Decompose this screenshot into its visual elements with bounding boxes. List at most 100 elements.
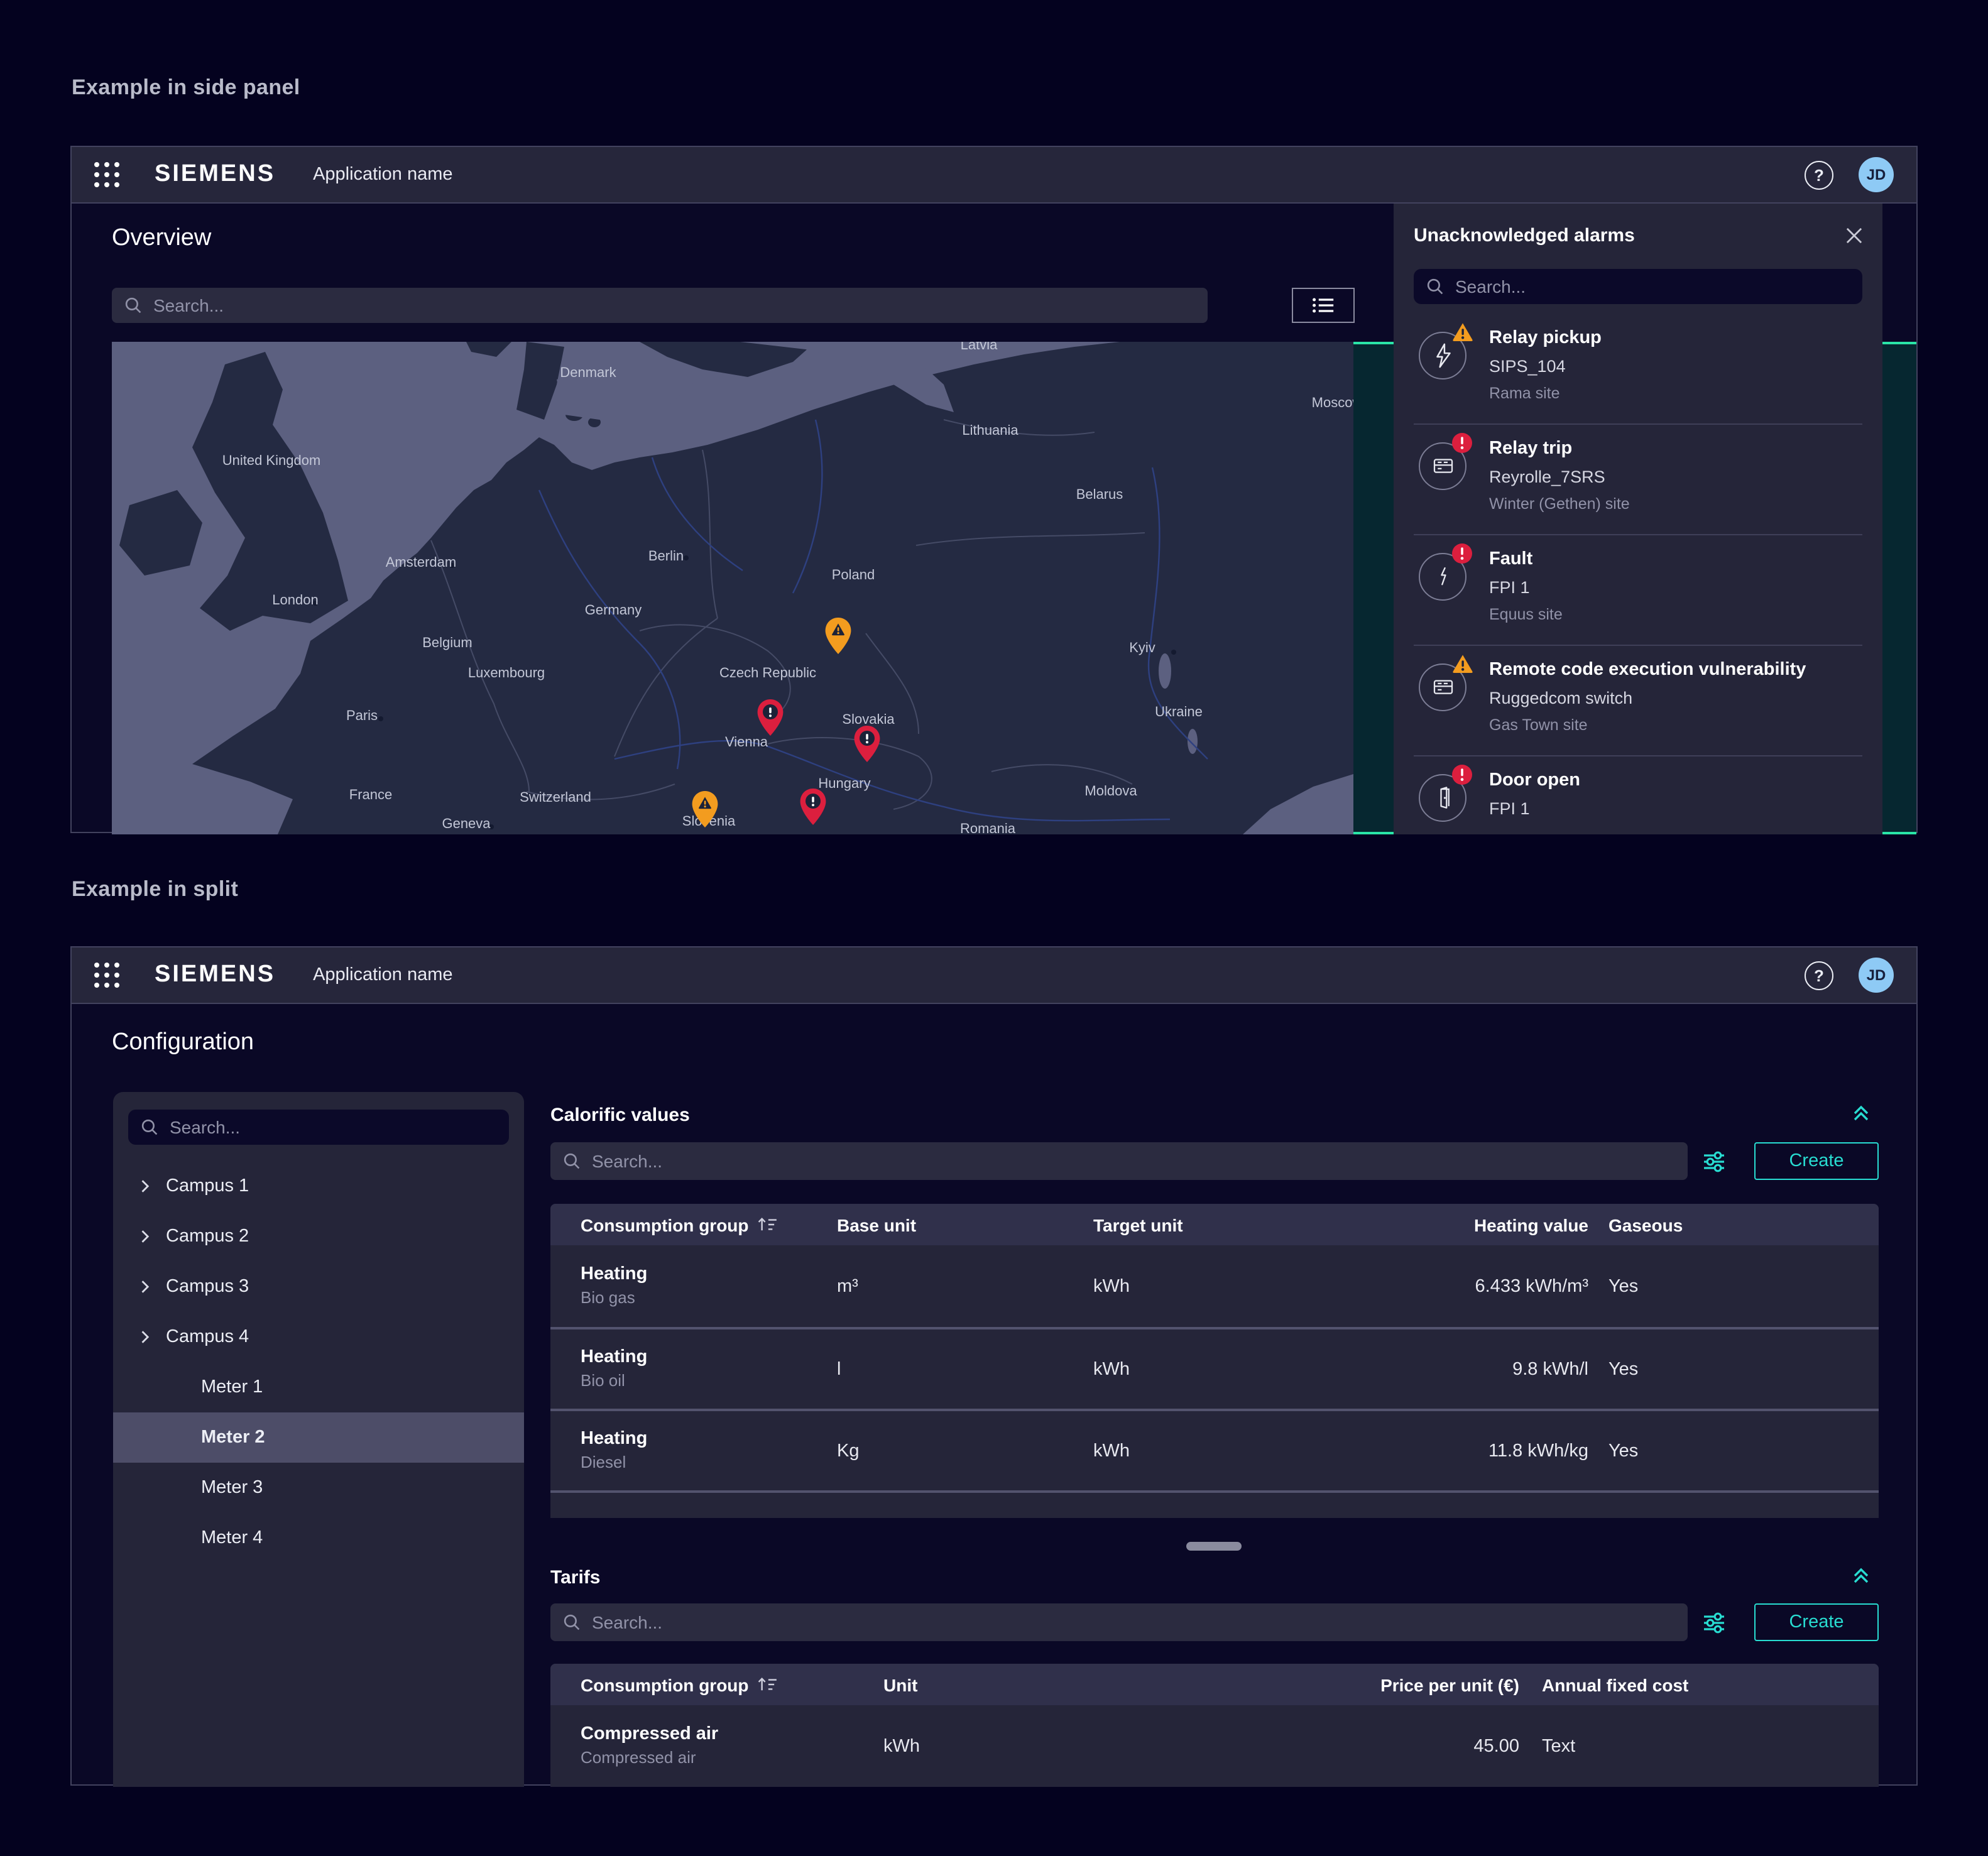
warning-badge [1451,322,1474,349]
sidebar-item-campus-2[interactable]: Campus 2 [113,1211,524,1262]
map-critical-pin[interactable] [756,699,784,736]
alarm-list-item[interactable]: Remote code execution vulnerability Rugge… [1414,646,1862,756]
critical-badge-icon [1451,432,1473,454]
sidebar-item-meter-1[interactable]: Meter 1 [113,1362,524,1412]
map-warning-pin[interactable] [691,790,719,828]
chevron-right-icon[interactable] [136,1278,153,1296]
help-icon[interactable]: ? [1805,160,1833,189]
collapse-tarifs-icon[interactable] [1851,1564,1871,1586]
alarm-device: FPI 1 [1489,800,1862,819]
calorific-table-row[interactable]: HeatingBio gasm³kWh6.433 kWh/m³Yes [550,1245,1879,1327]
column-header[interactable]: Unit [883,1674,1198,1695]
europe-map[interactable]: LatviaDenmarkMoscowLithuaniaUnited Kingd… [112,342,1353,834]
app-launcher-icon[interactable] [94,162,119,187]
configuration-content: Configuration Search... Campus 1Campus 2… [72,1004,1916,1787]
tree-item-label: Meter 4 [201,1528,263,1548]
sidebar-item-meter-4[interactable]: Meter 4 [113,1513,524,1563]
create-calorific-button[interactable]: Create [1754,1142,1879,1180]
calorific-section-title: Calorific values [550,1105,690,1126]
critical-badge [1451,432,1473,460]
filter-icon[interactable] [1703,1610,1725,1634]
warning-badge-icon [1451,653,1474,675]
column-header[interactable]: Gaseous [1588,1215,1849,1235]
column-header[interactable]: Annual fixed cost [1519,1674,1849,1695]
help-icon[interactable]: ? [1805,961,1833,990]
search-icon [124,297,142,314]
calorific-table-row[interactable]: HeatingDieselKgkWh11.8 kWh/kgYes [550,1409,1879,1490]
alarm-site: Equus site [1489,607,1862,625]
column-header[interactable]: Price per unit (€) [1198,1674,1519,1695]
sort-ascending-icon[interactable] [756,1676,778,1693]
critical-badge [1451,543,1473,570]
sidebar-item-campus-4[interactable]: Campus 4 [113,1312,524,1362]
column-header[interactable]: Consumption group [581,1674,883,1695]
alarm-list-item[interactable]: Relay tripReyrolle_7SRSWinter (Gethen) s… [1414,425,1862,535]
base-unit-cell: l [837,1359,1093,1379]
list-icon [1311,294,1336,317]
window-configuration: SIEMENS Application name ? JD Configurat… [70,946,1918,1786]
tarifs-table: Consumption groupUnitPrice per unit (€)A… [550,1664,1879,1787]
app-launcher-icon[interactable] [94,963,119,988]
close-icon[interactable] [1846,227,1862,243]
create-tarif-button[interactable]: Create [1754,1603,1879,1641]
alarm-site: Winter (Gethen) site [1489,496,1862,514]
chevron-right-icon[interactable] [136,1228,153,1245]
annual-fixed-cost-cell: Text [1519,1736,1849,1756]
alarm-title: Door open [1489,772,1862,792]
alarms-search-input[interactable]: Search... [1414,269,1862,304]
alarm-device: Reyrolle_7SRS [1489,469,1862,488]
target-unit-cell: kWh [1093,1276,1412,1296]
warning-badge-icon [1451,322,1474,343]
consumption-group: Heating [581,1264,837,1285]
column-header[interactable]: Consumption group [581,1215,837,1235]
chevron-right-icon[interactable] [136,1177,153,1195]
tree-item-label: Campus 3 [166,1277,249,1297]
critical-badge-icon [1451,543,1473,564]
map-critical-pin[interactable] [799,788,827,826]
sidebar-item-campus-1[interactable]: Campus 1 [113,1161,524,1211]
sidebar-item-meter-3[interactable]: Meter 3 [113,1463,524,1513]
heating-value-cell: 9.8 kWh/l [1412,1359,1588,1379]
calorific-search-input[interactable]: Search... [550,1142,1688,1180]
map-warning-pin[interactable] [824,617,852,655]
search-icon [141,1118,158,1136]
tree-item-label: Campus 1 [166,1176,249,1196]
alarm-device: Ruggedcom switch [1489,690,1862,709]
avatar[interactable]: JD [1859,958,1894,993]
collapse-calorific-icon[interactable] [1851,1102,1871,1123]
search-icon [563,1613,581,1631]
list-view-toggle[interactable] [1292,288,1355,323]
alarm-list-item[interactable]: FaultFPI 1Equus site [1414,535,1862,646]
map-critical-pin[interactable] [853,725,881,763]
calorific-table-row[interactable]: Heatingm³kWh6.433 kWh/m³No [550,1490,1879,1518]
asset-tree-sidebar: Search... Campus 1Campus 2Campus 3Campus… [113,1092,524,1787]
column-header[interactable]: Target unit [1093,1215,1412,1235]
calorific-table-row[interactable]: HeatingBio oillkWh9.8 kWh/lYes [550,1327,1879,1409]
filter-icon[interactable] [1703,1149,1725,1173]
consumption-group: Compressed air [581,1724,883,1745]
section-title-split: Example in split [72,877,238,902]
asset-tree: Campus 1 Campus 2 Campus 3 Campus 4 Meter 1 M… [113,1161,524,1563]
configuration-main: Calorific values Search... Create Consum… [550,1004,1879,1787]
alarm-title: Remote code execution vulnerability [1489,661,1862,681]
chevron-right-icon[interactable] [136,1328,153,1346]
alarm-list-item[interactable]: Door open FPI 1 [1414,756,1862,834]
critical-badge-icon [1451,764,1473,785]
gaseous-cell: Yes [1588,1359,1849,1379]
target-unit-cell: kWh [1093,1441,1412,1461]
tree-item-label: Meter 1 [201,1377,263,1397]
app-header: SIEMENS Application name ? JD [72,147,1916,204]
search-icon [1426,278,1444,295]
tarifs-search-input[interactable]: Search... [550,1603,1688,1641]
sidebar-item-meter-2[interactable]: Meter 2 [113,1412,524,1463]
split-drag-handle[interactable] [1186,1542,1242,1551]
tarifs-table-row[interactable]: Compressed airCompressed airkWh45.00Text [550,1705,1879,1787]
avatar[interactable]: JD [1859,157,1894,192]
sort-ascending-icon[interactable] [756,1216,778,1233]
column-header[interactable]: Base unit [837,1215,1093,1235]
sidebar-item-campus-3[interactable]: Campus 3 [113,1262,524,1312]
column-header[interactable]: Heating value [1412,1215,1588,1235]
map-search-input[interactable]: Search... [112,288,1208,323]
alarm-list-item[interactable]: Relay pickupSIPS_104Rama site [1414,314,1862,425]
tree-search-input[interactable]: Search... [128,1110,509,1145]
